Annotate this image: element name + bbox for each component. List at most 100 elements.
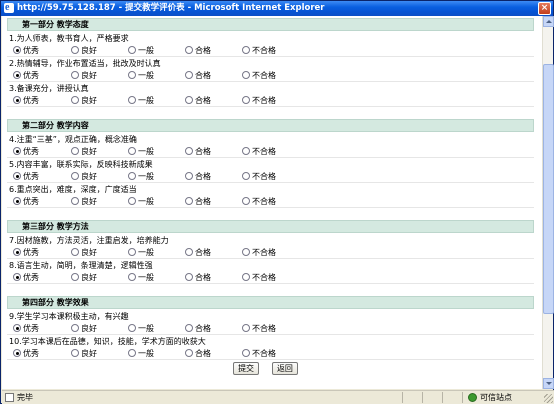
radio-button[interactable] [185,46,193,54]
submit-button[interactable]: 提交 [233,362,260,375]
radio-button[interactable] [13,46,21,54]
radio-button[interactable] [242,248,250,256]
rating-option[interactable]: 不合格 [242,196,276,207]
radio-button[interactable] [185,172,193,180]
radio-button[interactable] [242,172,250,180]
rating-option[interactable]: 合格 [185,348,211,359]
rating-option[interactable]: 优秀 [13,171,39,182]
radio-button[interactable] [185,71,193,79]
radio-button[interactable] [13,172,21,180]
radio-button[interactable] [242,147,250,155]
radio-button[interactable] [13,349,21,357]
rating-option[interactable]: 优秀 [13,146,39,157]
rating-option[interactable]: 一般 [128,348,154,359]
radio-button[interactable] [71,147,79,155]
radio-button[interactable] [128,71,136,79]
rating-option[interactable]: 良好 [71,272,97,283]
scroll-thumb[interactable] [543,64,554,314]
radio-button[interactable] [13,273,21,281]
radio-button[interactable] [242,273,250,281]
rating-option[interactable]: 合格 [185,146,211,157]
rating-option[interactable]: 合格 [185,196,211,207]
radio-button[interactable] [71,248,79,256]
radio-button[interactable] [128,197,136,205]
rating-option[interactable]: 良好 [71,146,97,157]
rating-option[interactable]: 一般 [128,95,154,106]
rating-option[interactable]: 合格 [185,323,211,334]
rating-option[interactable]: 一般 [128,323,154,334]
rating-option[interactable]: 良好 [71,171,97,182]
rating-option[interactable]: 优秀 [13,70,39,81]
vertical-scrollbar[interactable] [542,16,554,389]
radio-button[interactable] [185,349,193,357]
radio-button[interactable] [13,324,21,332]
rating-option[interactable]: 良好 [71,70,97,81]
back-button[interactable]: 返回 [271,362,298,375]
radio-button[interactable] [185,324,193,332]
rating-option[interactable]: 不合格 [242,247,276,258]
rating-option[interactable]: 一般 [128,70,154,81]
radio-button[interactable] [128,324,136,332]
rating-option[interactable]: 优秀 [13,247,39,258]
radio-button[interactable] [13,197,21,205]
rating-option[interactable]: 不合格 [242,272,276,283]
scroll-down-arrow-icon[interactable] [543,378,554,389]
rating-option[interactable]: 良好 [71,348,97,359]
rating-option[interactable]: 不合格 [242,95,276,106]
rating-option[interactable]: 良好 [71,323,97,334]
radio-button[interactable] [128,46,136,54]
radio-button[interactable] [185,273,193,281]
rating-option[interactable]: 合格 [185,95,211,106]
rating-option[interactable]: 优秀 [13,272,39,283]
radio-button[interactable] [128,147,136,155]
radio-button[interactable] [242,324,250,332]
radio-button[interactable] [242,349,250,357]
rating-option[interactable]: 不合格 [242,323,276,334]
radio-button[interactable] [185,96,193,104]
rating-option[interactable]: 良好 [71,196,97,207]
rating-option[interactable]: 优秀 [13,323,39,334]
rating-option[interactable]: 不合格 [242,348,276,359]
radio-button[interactable] [71,172,79,180]
radio-button[interactable] [128,96,136,104]
radio-button[interactable] [242,46,250,54]
rating-option[interactable]: 优秀 [13,45,39,56]
radio-button[interactable] [13,96,21,104]
rating-option[interactable]: 良好 [71,45,97,56]
radio-button[interactable] [128,349,136,357]
radio-button[interactable] [242,71,250,79]
rating-option[interactable]: 优秀 [13,95,39,106]
rating-option[interactable]: 一般 [128,196,154,207]
rating-option[interactable]: 合格 [185,272,211,283]
scroll-up-arrow-icon[interactable] [543,16,554,27]
radio-button[interactable] [13,147,21,155]
radio-button[interactable] [71,71,79,79]
rating-option[interactable]: 一般 [128,171,154,182]
rating-option[interactable]: 不合格 [242,171,276,182]
radio-button[interactable] [71,197,79,205]
radio-button[interactable] [71,96,79,104]
radio-button[interactable] [185,248,193,256]
rating-option[interactable]: 不合格 [242,70,276,81]
radio-button[interactable] [13,248,21,256]
radio-button[interactable] [71,273,79,281]
rating-option[interactable]: 一般 [128,146,154,157]
rating-option[interactable]: 一般 [128,45,154,56]
rating-option[interactable]: 不合格 [242,45,276,56]
rating-option[interactable]: 合格 [185,70,211,81]
rating-option[interactable]: 良好 [71,95,97,106]
radio-button[interactable] [185,197,193,205]
radio-button[interactable] [128,273,136,281]
rating-option[interactable]: 一般 [128,247,154,258]
radio-button[interactable] [13,71,21,79]
rating-option[interactable]: 一般 [128,272,154,283]
rating-option[interactable]: 合格 [185,171,211,182]
radio-button[interactable] [185,147,193,155]
rating-option[interactable]: 合格 [185,247,211,258]
rating-option[interactable]: 合格 [185,45,211,56]
rating-option[interactable]: 良好 [71,247,97,258]
radio-button[interactable] [71,349,79,357]
radio-button[interactable] [128,172,136,180]
radio-button[interactable] [242,197,250,205]
rating-option[interactable]: 优秀 [13,348,39,359]
